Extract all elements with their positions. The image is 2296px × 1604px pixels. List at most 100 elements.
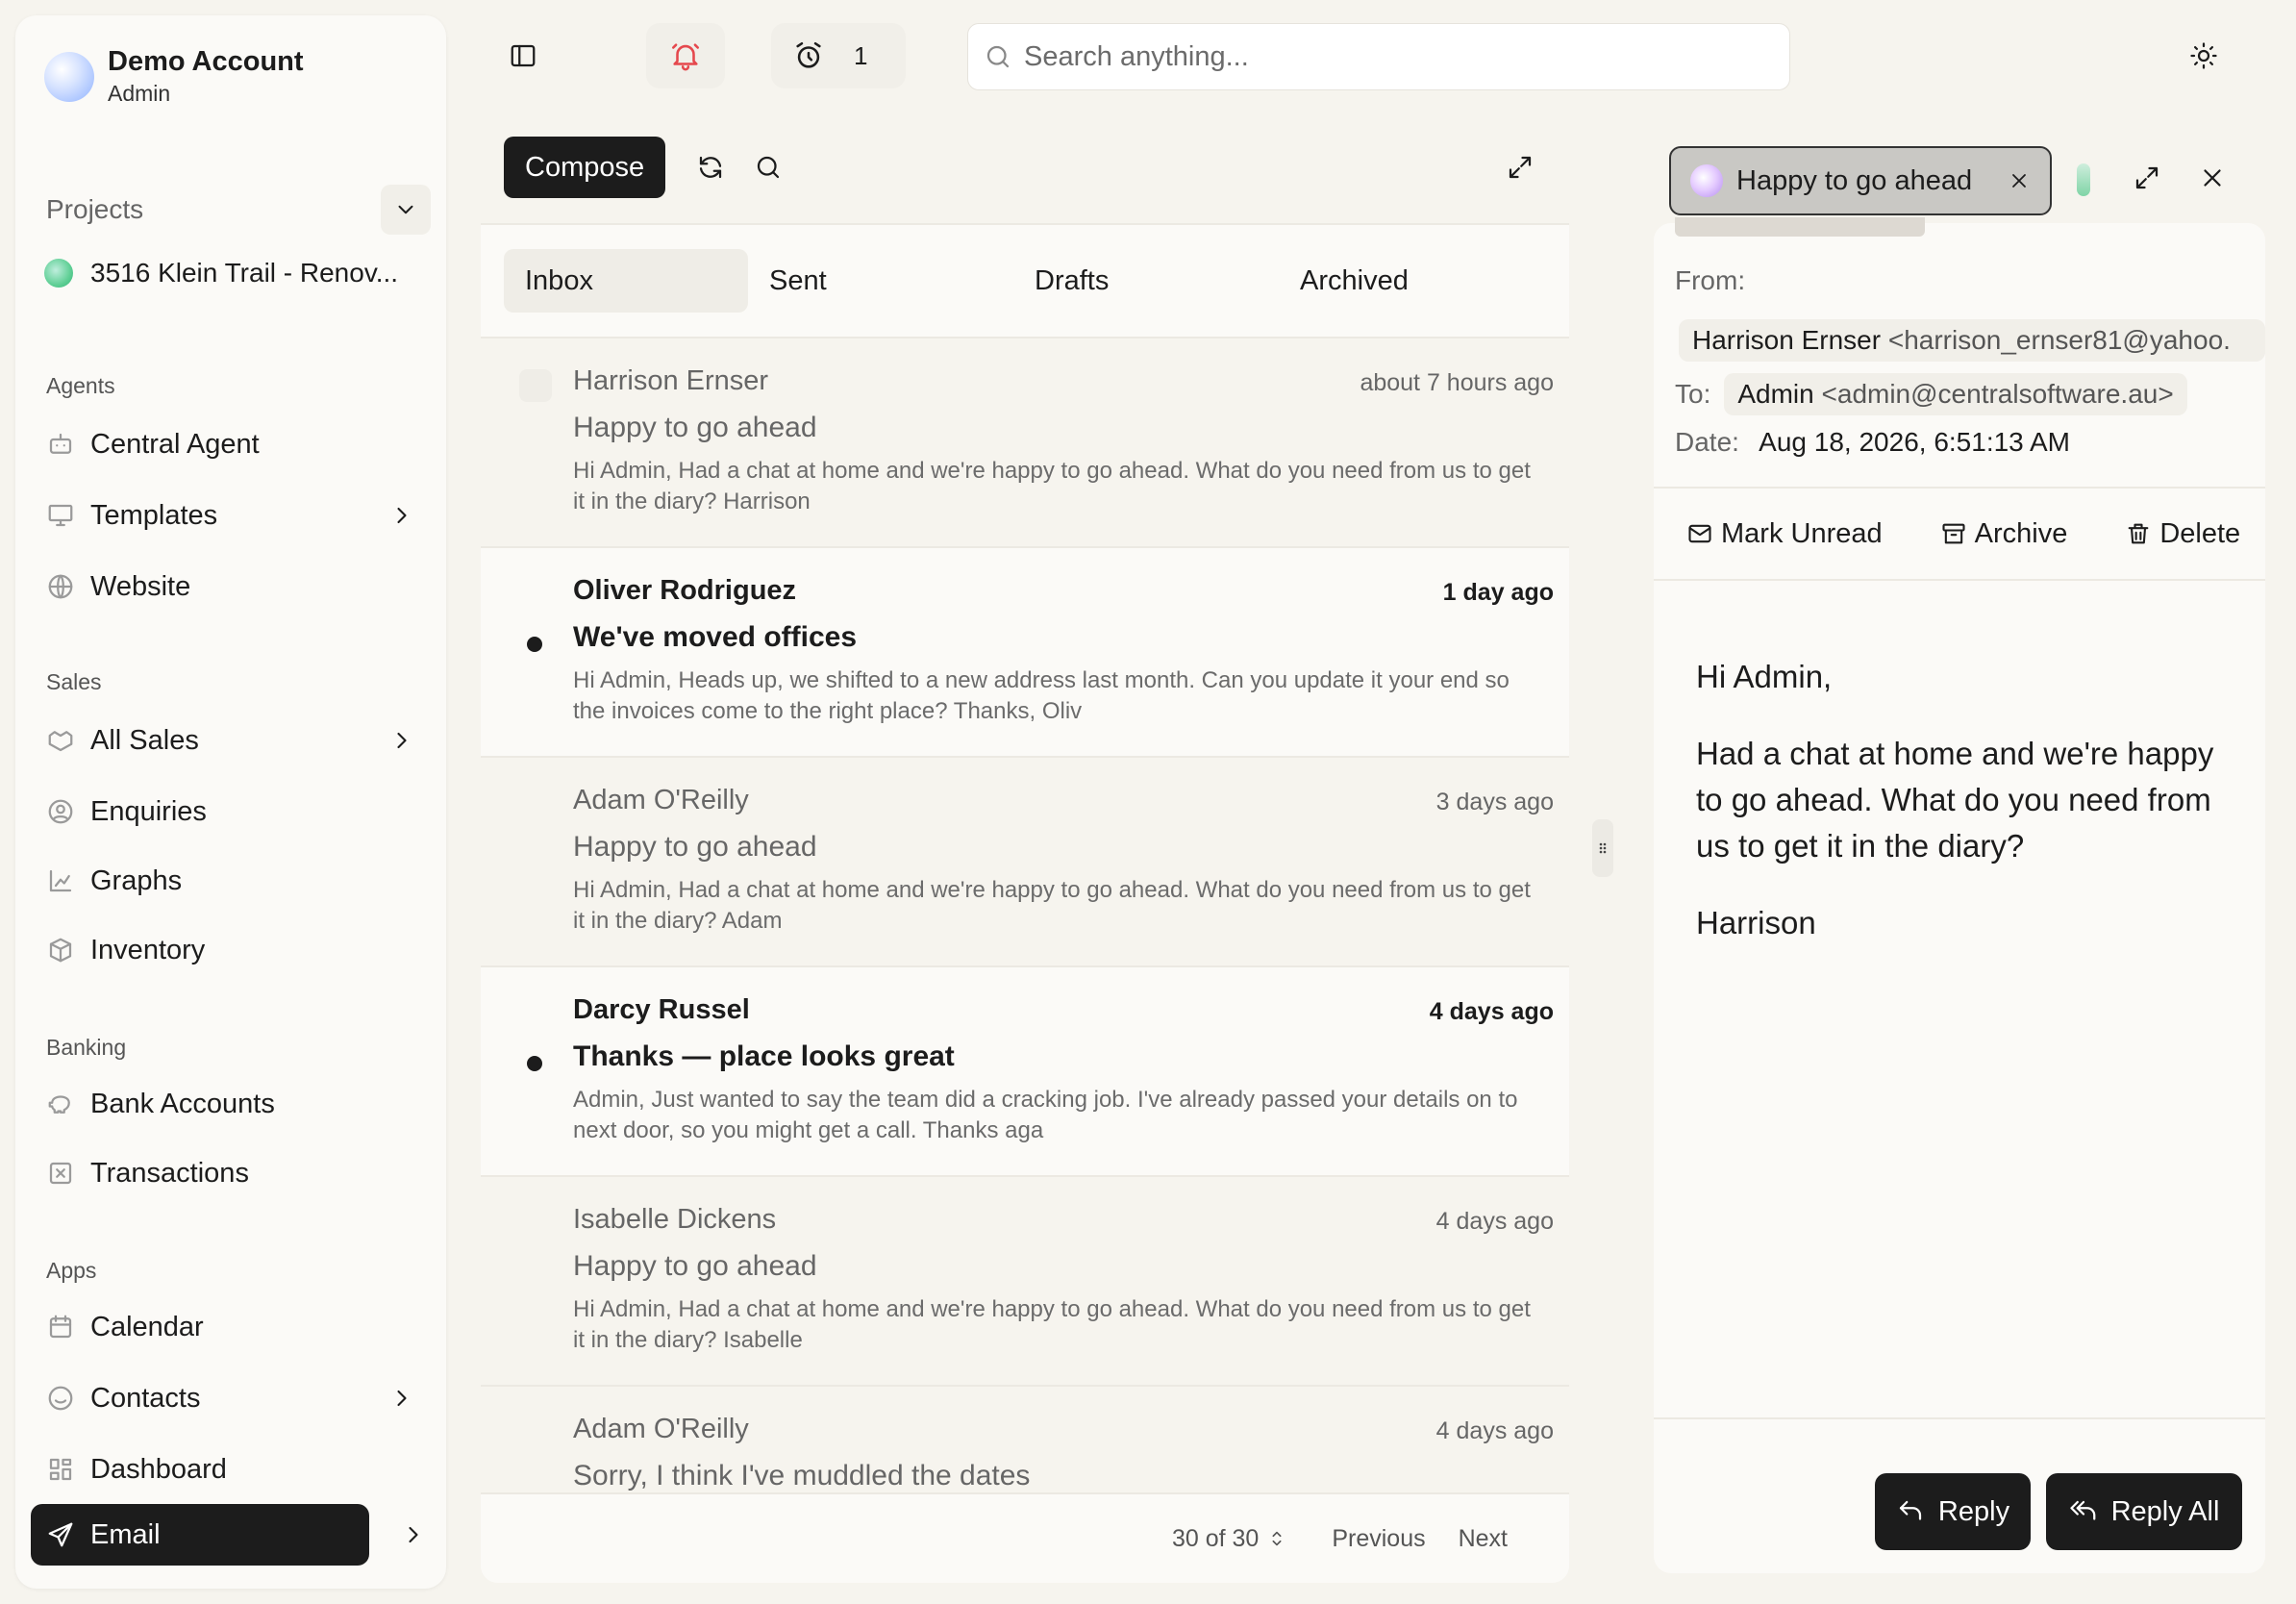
tab-sent[interactable]: Sent <box>748 249 1013 313</box>
mail-time: 3 days ago <box>1435 789 1554 815</box>
archive-button[interactable]: Archive <box>1940 517 2068 550</box>
mail-search-button[interactable] <box>754 153 783 182</box>
open-mail-tab[interactable]: Happy to go ahead <box>1669 146 2052 215</box>
to-field: To: Admin <admin@centralsoftware.au> <box>1675 373 2187 415</box>
refresh-button[interactable] <box>696 153 725 182</box>
reply-button[interactable]: Reply <box>1875 1473 2031 1550</box>
alarm-clock-icon <box>796 41 821 68</box>
mail-sender: Isabelle Dickens <box>573 1204 777 1235</box>
mail-checkbox[interactable] <box>519 369 552 402</box>
mail-tabs: Inbox Sent Drafts Archived <box>481 223 1569 338</box>
search-input[interactable] <box>1024 40 1697 73</box>
mail-item[interactable]: Adam O'Reilly 4 days ago Sorry, I think … <box>481 1387 1569 1492</box>
tab-indicator <box>1675 217 1925 237</box>
search-icon <box>758 156 780 179</box>
mail-item[interactable]: Oliver Rodriguez 1 day ago We've moved o… <box>481 548 1569 758</box>
sidebar-item-label: Transactions <box>90 1157 249 1189</box>
alarms-button[interactable]: 1 <box>771 23 906 88</box>
bell-icon <box>671 43 700 71</box>
mail-item[interactable]: Adam O'Reilly 3 days ago Happy to go ahe… <box>481 758 1569 967</box>
projects-label: Projects <box>46 194 144 224</box>
monitor-icon <box>48 504 73 527</box>
mail-icon <box>1688 524 1711 543</box>
sidebar-item-transactions[interactable]: Transactions <box>46 1146 431 1200</box>
mark-unread-button[interactable]: Mark Unread <box>1686 518 1883 550</box>
compose-button[interactable]: Compose <box>504 137 666 198</box>
tab-drafts[interactable]: Drafts <box>1013 249 1279 313</box>
mail-list: Harrison Ernser about 7 hours ago Happy … <box>481 338 1569 1492</box>
expand-list-button[interactable] <box>1506 153 1535 182</box>
panel-resize-handle[interactable] <box>1592 819 1613 877</box>
expand-icon <box>1509 156 1532 179</box>
mail-subject: Happy to go ahead <box>573 1250 817 1282</box>
mail-body-signature: Harrison <box>1696 905 1816 940</box>
reply-label: Reply <box>1937 1495 2010 1527</box>
sidebar: Demo Account Admin Projects 3516 Klein T… <box>15 15 446 1589</box>
mail-item-selected[interactable]: Harrison Ernser about 7 hours ago Happy … <box>481 338 1569 548</box>
reply-all-button[interactable]: Reply All <box>2046 1473 2242 1550</box>
close-icon[interactable] <box>2008 169 2031 192</box>
sidebar-item-graphs[interactable]: Graphs <box>46 854 431 908</box>
notifications-button[interactable] <box>646 23 725 88</box>
grip-icon <box>1599 842 1607 854</box>
chevron-down-icon <box>398 205 413 214</box>
sidebar-item-label: Website <box>90 570 191 602</box>
chevron-right-icon <box>397 507 407 524</box>
tab-archived[interactable]: Archived <box>1279 249 1523 313</box>
mail-sender: Darcy Russel <box>573 994 750 1025</box>
sidebar-item-label: Dashboard <box>90 1453 227 1485</box>
sidebar-item-contacts[interactable]: Contacts <box>46 1371 431 1425</box>
close-detail-button[interactable] <box>2198 163 2227 192</box>
mail-item[interactable]: Isabelle Dickens 4 days ago Happy to go … <box>481 1177 1569 1387</box>
mail-subject: Happy to go ahead <box>573 412 817 443</box>
sidebar-item-label: Templates <box>90 499 218 531</box>
mail-time: 4 days ago <box>1429 998 1554 1025</box>
sidebar-item-enquiries[interactable]: Enquiries <box>46 785 431 839</box>
mail-preview: Hi Admin, Had a chat at home and we're h… <box>573 877 1531 934</box>
sidebar-item-bank-accounts[interactable]: Bank Accounts <box>46 1077 431 1131</box>
divider <box>1654 1417 2265 1419</box>
section-heading-agents: Agents <box>46 373 115 398</box>
from-email: <harrison_ernser81@yahoo. <box>1887 325 2231 355</box>
mail-subject: Thanks — place looks great <box>573 1040 955 1072</box>
expand-detail-button[interactable] <box>2133 163 2161 192</box>
theme-toggle-button[interactable] <box>2175 23 2233 88</box>
next-page-button[interactable]: Next <box>1459 1525 1508 1553</box>
archive-label: Archive <box>1974 517 2068 549</box>
account-switcher[interactable]: Demo Account Admin <box>44 46 304 107</box>
mail-actions: Mark Unread Archive Delete <box>1654 487 2265 581</box>
project-item[interactable]: 3516 Klein Trail - Renov... <box>44 258 398 288</box>
smile-icon <box>48 1386 73 1411</box>
sidebar-item-label: Central Agent <box>90 428 260 460</box>
mail-preview: Hi Admin, Had a chat at home and we're h… <box>573 458 1531 514</box>
sidebar-item-central-agent[interactable]: Central Agent <box>46 417 431 471</box>
expand-icon <box>2135 166 2159 189</box>
sidebar-item-label: Contacts <box>90 1382 201 1414</box>
previous-page-button[interactable]: Previous <box>1332 1525 1425 1553</box>
sidebar-item-inventory[interactable]: Inventory <box>46 923 431 977</box>
projects-toggle-button[interactable] <box>381 185 431 235</box>
chevron-right-icon[interactable] <box>400 1521 427 1548</box>
mail-sender: Adam O'Reilly <box>573 785 749 815</box>
refresh-icon <box>700 156 722 179</box>
sidebar-item-dashboard[interactable]: Dashboard <box>46 1442 431 1496</box>
chevron-updown-icon <box>1272 1531 1282 1546</box>
second-tab-stub[interactable] <box>2077 163 2090 196</box>
sidebar-item-all-sales[interactable]: All Sales <box>46 714 431 767</box>
mail-item[interactable]: Darcy Russel 4 days ago Thanks — place l… <box>481 967 1569 1177</box>
mail-preview: Hi Admin, Heads up, we shifted to a new … <box>573 667 1510 724</box>
sidebar-item-templates[interactable]: Templates <box>46 489 431 542</box>
global-search[interactable] <box>967 23 1790 90</box>
trash-icon <box>2128 523 2149 544</box>
sidebar-item-email[interactable]: Email <box>31 1504 369 1566</box>
toggle-sidebar-button[interactable] <box>494 23 552 88</box>
reply-all-label: Reply All <box>2110 1495 2220 1527</box>
tab-inbox[interactable]: Inbox <box>504 249 748 313</box>
page-size-select[interactable]: 30 of 30 <box>1172 1525 1287 1553</box>
piggy-bank-icon <box>48 1095 70 1114</box>
mail-toolbar: Compose <box>504 137 1569 198</box>
sidebar-item-website[interactable]: Website <box>46 560 431 614</box>
sidebar-item-calendar[interactable]: Calendar <box>46 1300 431 1354</box>
chart-icon <box>49 869 72 892</box>
delete-button[interactable]: Delete <box>2125 518 2240 550</box>
